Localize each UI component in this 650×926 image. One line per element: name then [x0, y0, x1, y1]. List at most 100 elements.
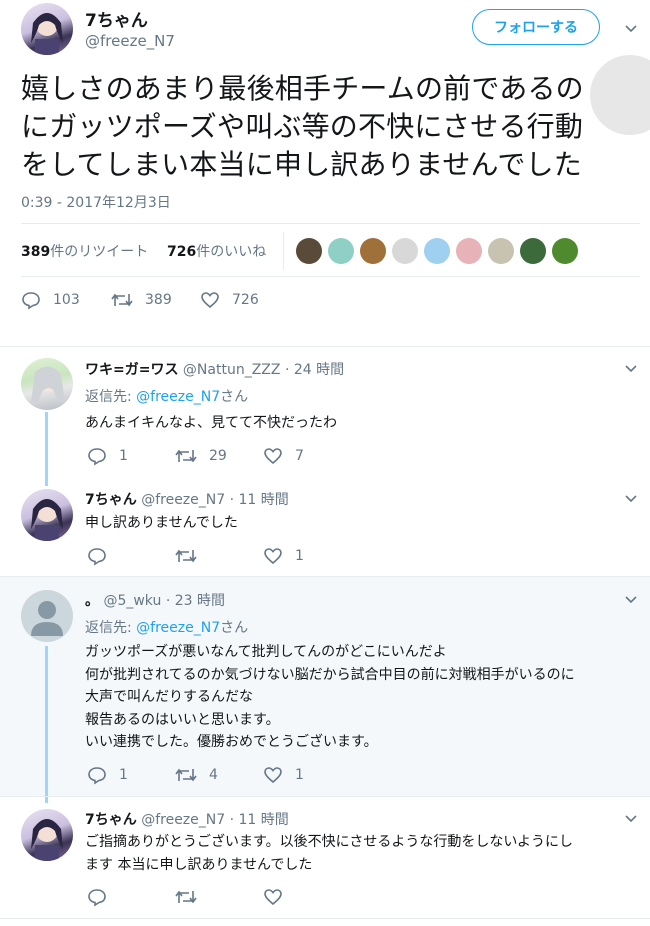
author-display-name[interactable]: 7ちゃん	[85, 6, 148, 31]
reply-display-name[interactable]: 7ちゃん	[85, 812, 137, 828]
divider	[0, 796, 650, 797]
liker-avatar[interactable]	[488, 238, 514, 264]
reply-time[interactable]: · 23 時間	[166, 593, 225, 609]
heart-icon	[201, 292, 219, 309]
chevron-down-icon[interactable]	[624, 593, 638, 607]
heart-icon	[264, 548, 282, 565]
reply-to-prefix: 返信先:	[85, 389, 137, 405]
like-count: 726	[167, 244, 197, 260]
chevron-down-icon[interactable]	[624, 812, 638, 826]
like-count: 1	[295, 767, 304, 783]
reply-header: 7ちゃん @freeze_N7 · 11 時間	[85, 489, 289, 509]
stat-divider	[283, 232, 284, 270]
retweet-count: 29	[209, 448, 227, 464]
liker-avatars	[296, 238, 584, 264]
author-handle[interactable]: @freeze_N7	[85, 32, 175, 50]
liker-avatar[interactable]	[328, 238, 354, 264]
reply-avatar[interactable]	[21, 358, 73, 410]
reply-to-line: 返信先: @freeze_N7さん	[85, 617, 248, 637]
reply-time[interactable]: · 24 時間	[285, 362, 344, 378]
reply-icon	[88, 889, 106, 907]
retweet-icon	[175, 768, 197, 782]
liker-avatar[interactable]	[360, 238, 386, 264]
side-overlay-circle	[590, 55, 650, 135]
reply-action[interactable]: 103	[21, 290, 80, 310]
retweet-action[interactable]	[175, 546, 209, 566]
retweet-count: 4	[209, 767, 218, 783]
reply-to-handle[interactable]: @freeze_N7	[136, 389, 220, 405]
reply-text-line: 何が批判されてるのか気づけない脳だから試合中目の前に対戦相手がいるのに	[85, 666, 575, 683]
reply-header: 7ちゃん @freeze_N7 · 11 時間	[85, 809, 289, 829]
reply-action[interactable]	[87, 546, 119, 566]
reply-handle[interactable]: @freeze_N7	[141, 812, 225, 828]
author-avatar[interactable]	[21, 3, 73, 55]
reply-icon	[22, 292, 40, 310]
heart-icon	[264, 767, 282, 784]
divider	[0, 346, 650, 347]
liker-avatar[interactable]	[424, 238, 450, 264]
reply-text-line: 報告あるのはいいと思います。	[85, 711, 280, 728]
reply-action[interactable]	[87, 887, 119, 907]
reply-text-line: ガッツポーズが悪いなんて批判してんのがどこにいんだよ	[85, 644, 447, 660]
reply-text: 申し訳ありませんでした	[85, 515, 238, 531]
retweet-icon	[111, 293, 133, 307]
tweet-timestamp[interactable]: 0:39 - 2017年12月3日	[21, 192, 171, 212]
reply-header: ワキ=ガ=ワス @Nattun_ZZZ · 24 時間	[85, 359, 344, 379]
reply-display-name[interactable]: ワキ=ガ=ワス	[85, 362, 178, 378]
heart-icon	[264, 448, 282, 465]
like-action[interactable]: 726	[200, 290, 259, 310]
liker-avatar[interactable]	[552, 238, 578, 264]
chevron-down-icon[interactable]	[624, 22, 638, 36]
like-count: 726	[232, 292, 259, 308]
like-action[interactable]: 7	[263, 446, 304, 466]
like-count: 7	[295, 448, 304, 464]
reply-time[interactable]: · 11 時間	[230, 492, 289, 508]
reply-to-handle[interactable]: @freeze_N7	[136, 620, 220, 636]
heart-icon	[264, 889, 282, 906]
retweet-icon	[175, 890, 197, 904]
reply-text-line: ます 本当に申し訳ありませんでした	[85, 856, 313, 873]
retweet-action[interactable]: 29	[175, 446, 227, 466]
retweet-icon	[175, 549, 197, 563]
retweet-icon	[175, 449, 197, 463]
reply-time[interactable]: · 11 時間	[230, 812, 289, 828]
reply-action[interactable]: 1	[87, 765, 128, 785]
retweet-action[interactable]	[175, 887, 209, 907]
reply-count: 103	[53, 292, 80, 308]
reply-action[interactable]: 1	[87, 446, 128, 466]
divider	[21, 276, 640, 277]
reply-display-name[interactable]: 。	[85, 593, 99, 609]
reply-to-suffix: さん	[220, 620, 249, 636]
reply-avatar[interactable]	[21, 590, 73, 642]
reply-to-line: 返信先: @freeze_N7さん	[85, 386, 248, 406]
retweet-action[interactable]: 389	[111, 290, 172, 310]
reply-avatar[interactable]	[21, 809, 73, 861]
chevron-down-icon[interactable]	[624, 362, 638, 376]
reply-text-line: ご指摘ありがとうございます。以後不快にさせるような行動をしないようにし	[85, 834, 574, 850]
reply-handle[interactable]: @freeze_N7	[141, 492, 225, 508]
liker-avatar[interactable]	[520, 238, 546, 264]
reply-avatar[interactable]	[21, 489, 73, 541]
reply-handle[interactable]: @5_wku	[103, 593, 161, 609]
reply-display-name[interactable]: 7ちゃん	[85, 492, 137, 508]
follow-button[interactable]: フォローする	[472, 9, 600, 45]
retweet-stat[interactable]: 389件のリツイート	[21, 241, 148, 261]
reply-count: 1	[119, 448, 128, 464]
reply-handle[interactable]: @Nattun_ZZZ	[183, 362, 281, 378]
like-action[interactable]	[263, 887, 295, 907]
liker-avatar[interactable]	[456, 238, 482, 264]
retweet-count: 389	[21, 244, 51, 260]
liker-avatar[interactable]	[296, 238, 322, 264]
like-action[interactable]: 1	[263, 765, 304, 785]
reply-to-prefix: 返信先:	[85, 620, 137, 636]
reply-text: ご指摘ありがとうございます。以後不快にさせるような行動をしないようにし ます 本…	[85, 831, 573, 876]
reply-count: 1	[119, 767, 128, 783]
like-action[interactable]: 1	[263, 546, 304, 566]
tweet-text-line: 嬉しさのあまり最後相手チームの前であるの	[21, 72, 584, 105]
chevron-down-icon[interactable]	[624, 492, 638, 506]
like-count: 1	[295, 548, 304, 564]
reply-text-line: いい連携でした。優勝おめでとうございます。	[85, 734, 378, 750]
liker-avatar[interactable]	[392, 238, 418, 264]
like-stat[interactable]: 726件のいいね	[167, 241, 266, 261]
retweet-action[interactable]: 4	[175, 765, 218, 785]
